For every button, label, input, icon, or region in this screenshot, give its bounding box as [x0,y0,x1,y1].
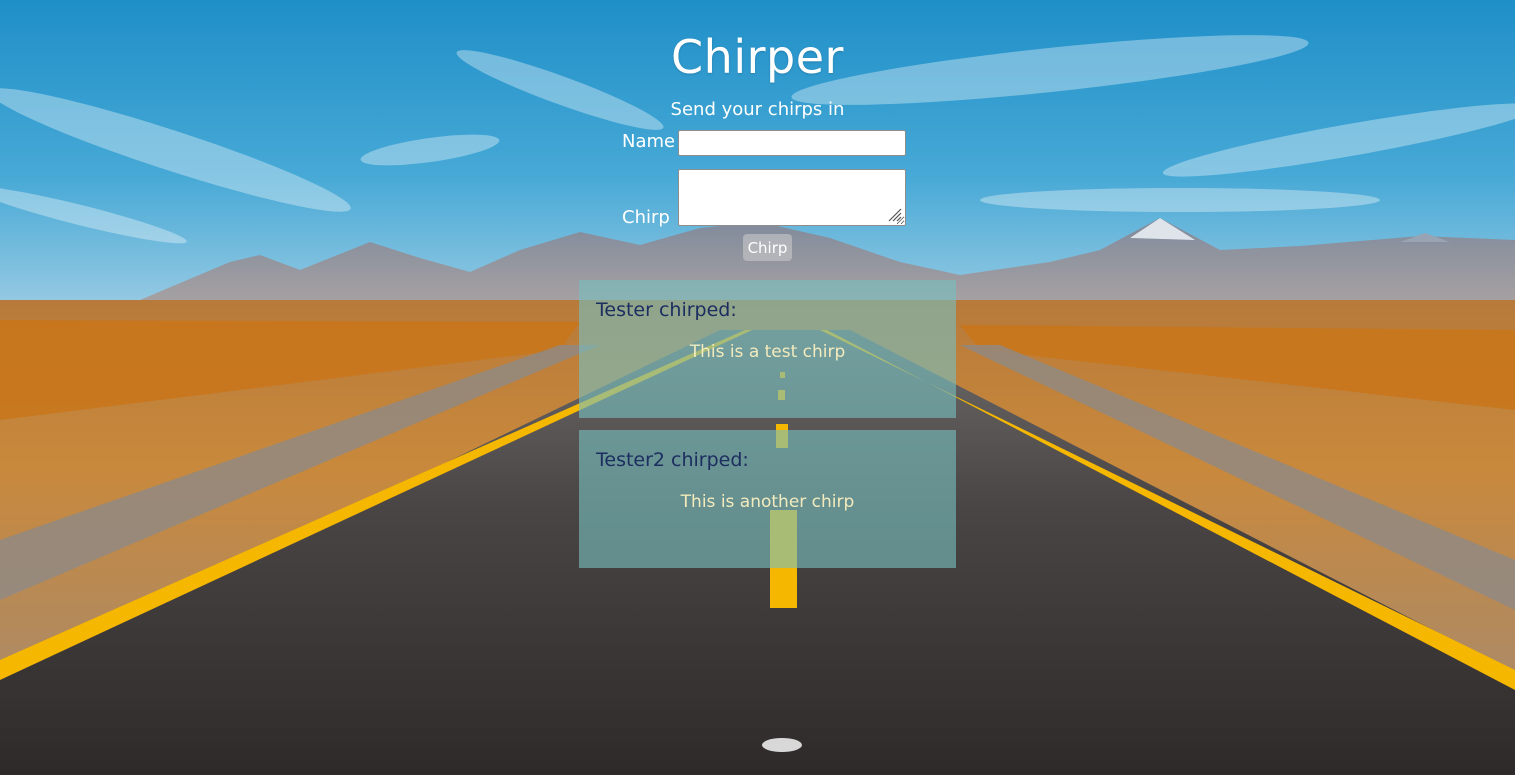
page-subtitle: Send your chirps in [670,99,845,120]
chirp-submit-button[interactable]: Chirp [743,234,792,261]
page-title: Chirper [671,30,844,84]
chirp-message: This is a test chirp [689,342,846,362]
name-label: Name [622,131,676,152]
chirp-card: Tester2 chirped: This is another chirp [579,430,956,568]
name-input[interactable] [678,130,906,156]
chirp-textarea[interactable] [678,169,906,226]
chirp-author: Tester2 chirped: [596,449,749,471]
chirp-author: Tester chirped: [596,299,737,321]
chirp-label: Chirp [622,207,670,228]
chirp-card: Tester chirped: This is a test chirp [579,280,956,418]
chirp-message: This is another chirp [680,492,855,512]
